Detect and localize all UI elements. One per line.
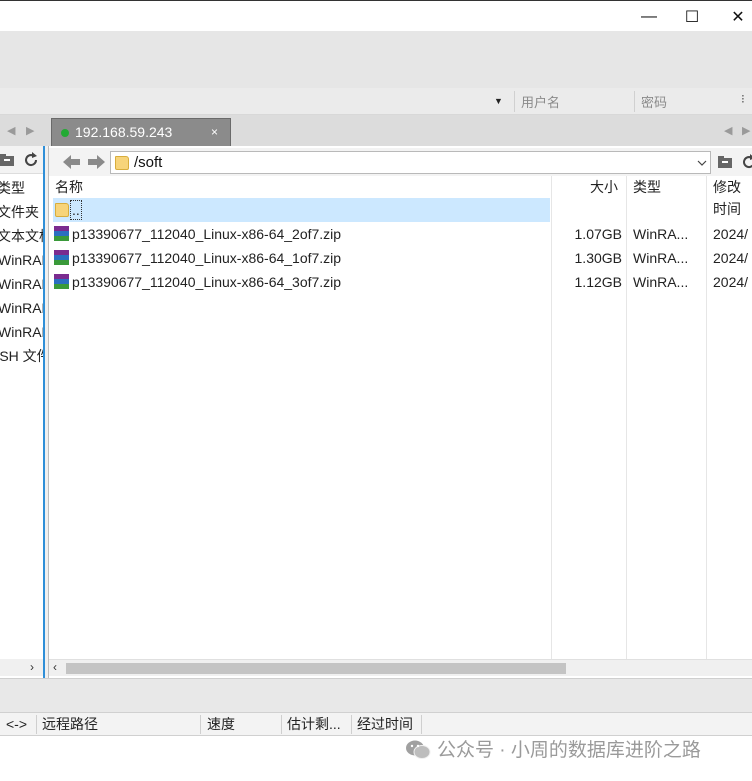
table-row[interactable]: p13390677_112040_Linux-x86-64_2of7.zip 1… <box>49 222 752 246</box>
file-name: p13390677_112040_Linux-x86-64_2of7.zip <box>72 226 342 242</box>
chevron-down-icon[interactable] <box>697 160 707 167</box>
folder-up-icon[interactable] <box>0 153 16 167</box>
folder-up-icon[interactable] <box>718 155 734 169</box>
column-header-size[interactable]: 大小 <box>590 176 618 200</box>
file-type: WinRA... <box>633 274 689 290</box>
tab-scroll-left-icon[interactable]: ◀ <box>7 124 15 137</box>
username-input[interactable]: 用户名 <box>521 92 631 112</box>
quick-connect-bar: ▼ 用户名 密码 ⁝ <box>0 88 752 115</box>
column-header-speed[interactable]: 速度 <box>207 713 235 735</box>
divider <box>281 715 282 734</box>
file-type: WinRA... <box>633 226 689 242</box>
table-row[interactable]: p13390677_112040_Linux-x86-64_3of7.zip 1… <box>49 270 752 294</box>
title-bar: — ☐ ✕ <box>0 0 752 31</box>
tab-session[interactable]: 192.168.59.243 × <box>51 118 231 146</box>
divider <box>421 715 422 734</box>
refresh-icon[interactable] <box>741 154 752 170</box>
column-header-remote-path[interactable]: 远程路径 <box>42 713 98 735</box>
tab-label: 192.168.59.243 <box>75 124 173 140</box>
connected-status-icon <box>61 129 69 137</box>
file-modified: 2024/ <box>713 250 749 266</box>
file-name: p13390677_112040_Linux-x86-64_1of7.zip <box>72 250 342 266</box>
host-dropdown-arrow-icon[interactable]: ▼ <box>494 96 503 106</box>
file-list-header: 名称 大小 类型 修改时间 <box>49 176 752 217</box>
winrar-icon <box>54 250 69 266</box>
column-header-modified[interactable]: 修改时间 <box>713 176 752 217</box>
folder-icon <box>115 156 129 170</box>
file-modified: 2024/ <box>713 226 749 242</box>
file-type: WinRA... <box>633 250 689 266</box>
transfer-queue-header: <-> 远程路径 速度 估计剩... 经过时间 <box>0 712 752 736</box>
list-item[interactable]: 文件夹 <box>0 200 39 224</box>
password-input[interactable]: 密码 <box>641 92 741 112</box>
list-item[interactable]: WinRAR <box>0 272 43 296</box>
remote-file-panel: /soft 名称 大小 类型 修改时间 .. p13390677_112040_… <box>48 146 752 678</box>
list-item[interactable]: WinRAR <box>0 248 43 272</box>
divider <box>36 715 37 734</box>
column-header-direction[interactable]: <-> <box>6 713 27 735</box>
folder-icon <box>55 203 69 217</box>
horizontal-scrollbar[interactable]: ‹ <box>49 659 752 676</box>
winrar-icon <box>54 274 69 290</box>
table-row[interactable]: p13390677_112040_Linux-x86-64_1of7.zip 1… <box>49 246 752 270</box>
file-name: p13390677_112040_Linux-x86-64_3of7.zip <box>72 274 342 290</box>
local-file-panel: 类型 文件夹 文本文档 WinRAR WinRAR WinRAR WinRAR … <box>0 146 45 678</box>
close-button[interactable]: ✕ <box>715 1 752 32</box>
watermark-text: 公众号 · 小周的数据库进阶之路 <box>437 740 701 761</box>
toolbar-area <box>0 31 752 88</box>
list-item[interactable]: 文本文档 <box>0 224 43 248</box>
refresh-icon[interactable] <box>23 152 39 168</box>
winrar-icon <box>54 226 69 242</box>
watermark: 公众号 · 小周的数据库进阶之路 <box>405 737 701 765</box>
column-header-elapsed[interactable]: 经过时间 <box>357 713 413 735</box>
file-modified: 2024/ <box>713 274 749 290</box>
file-size: 1.30GB <box>574 250 622 266</box>
column-header-name[interactable]: 名称 <box>55 176 83 200</box>
local-toolbar <box>0 146 43 174</box>
list-item[interactable]: WinRAR <box>0 296 43 320</box>
horizontal-scrollbar[interactable]: › <box>0 659 43 676</box>
divider <box>351 715 352 734</box>
list-item[interactable]: WinRAR <box>0 320 43 344</box>
file-name: .. <box>70 200 82 220</box>
forward-arrow-icon[interactable] <box>88 155 106 169</box>
maximize-button[interactable]: ☐ <box>669 1 715 32</box>
tab-scroll-left-icon[interactable]: ◀ <box>724 124 732 137</box>
table-row[interactable]: .. <box>49 198 752 222</box>
divider <box>514 91 515 112</box>
back-arrow-icon[interactable] <box>63 155 81 169</box>
minimize-button[interactable]: — <box>626 1 672 32</box>
path-bar: /soft <box>49 148 752 176</box>
tab-close-icon[interactable]: × <box>211 125 218 139</box>
scroll-right-icon[interactable]: › <box>30 660 34 674</box>
status-strip <box>0 678 752 712</box>
divider <box>200 715 201 734</box>
current-path: /soft <box>134 154 163 171</box>
tab-scroll-right-icon[interactable]: ▶ <box>26 124 34 137</box>
file-size: 1.12GB <box>574 274 622 290</box>
divider <box>634 91 635 112</box>
column-header-type[interactable]: 类型 <box>0 176 25 200</box>
column-header-remaining[interactable]: 估计剩... <box>287 713 341 735</box>
scroll-left-icon[interactable]: ‹ <box>53 660 57 674</box>
wechat-icon <box>406 740 431 759</box>
tab-scroll-right-icon[interactable]: ▶ <box>742 124 750 137</box>
scrollbar-thumb[interactable] <box>66 663 566 674</box>
list-item[interactable]: SSH 文件 <box>0 344 43 368</box>
path-input[interactable]: /soft <box>110 151 711 174</box>
row-selection <box>53 198 550 222</box>
file-size: 1.07GB <box>574 226 622 242</box>
column-header-type[interactable]: 类型 <box>633 176 661 200</box>
more-icon[interactable]: ⁝ <box>741 92 745 106</box>
